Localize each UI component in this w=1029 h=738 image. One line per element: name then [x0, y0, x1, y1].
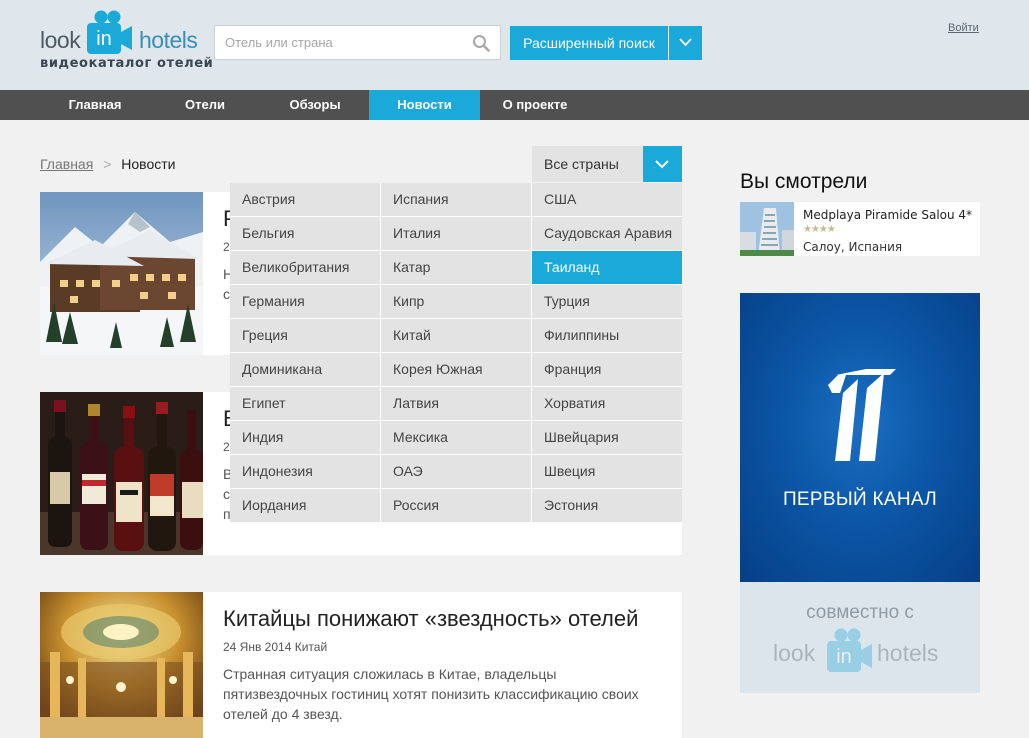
- nav-item-reviews[interactable]: Обзоры: [260, 90, 370, 120]
- news-image-chalet[interactable]: [40, 192, 203, 355]
- login-link[interactable]: Войти: [948, 22, 979, 34]
- advertisement-banner[interactable]: ПЕРВЫЙ КАНАЛ совместно с look in hotels: [740, 293, 980, 693]
- country-option[interactable]: Корея Южная: [381, 353, 531, 386]
- site-header: look in hotels видеокаталог отелей Расши…: [0, 0, 1029, 90]
- country-option[interactable]: Китай: [381, 319, 531, 352]
- recently-viewed-hotel-name[interactable]: Medplaya Piramide Salou 4*: [803, 208, 972, 222]
- country-option[interactable]: Таиланд: [532, 251, 682, 284]
- country-filter-select[interactable]: Все страны: [532, 146, 682, 182]
- logo-word-in: in: [96, 28, 112, 50]
- hotel-rating-stars: ★★★★: [803, 224, 836, 235]
- country-option[interactable]: Италия: [381, 217, 531, 250]
- country-option[interactable]: Египет: [230, 387, 380, 420]
- news-meta: 2: [223, 440, 230, 454]
- news-title[interactable]: Китайцы понижают «звездность» отелей: [223, 606, 638, 632]
- nav-item-hotels[interactable]: Отели: [160, 90, 250, 120]
- country-option[interactable]: Греция: [230, 319, 380, 352]
- ad-channel-name: ПЕРВЫЙ КАНАЛ: [782, 489, 938, 510]
- country-option[interactable]: Бельгия: [230, 217, 380, 250]
- country-option[interactable]: Филиппины: [532, 319, 682, 352]
- country-option[interactable]: Швейцария: [532, 421, 682, 454]
- recently-viewed-hotel-location: Салоу, Испания: [803, 240, 903, 254]
- recently-viewed-item[interactable]: Medplaya Piramide Salou 4* ★★★★ Салоу, И…: [740, 202, 980, 256]
- hotel-thumbnail: [740, 202, 794, 256]
- news-meta: 24 Янв 2014 Китай: [223, 640, 328, 654]
- breadcrumb-home-link[interactable]: Главная: [40, 156, 93, 172]
- search-input[interactable]: [215, 26, 465, 59]
- breadcrumb-separator: >: [103, 156, 112, 172]
- country-option[interactable]: Франция: [532, 353, 682, 386]
- country-option[interactable]: Хорватия: [532, 387, 682, 420]
- country-dropdown: Австрия Испания США Бельгия Италия Саудовская…: [230, 183, 682, 522]
- country-option[interactable]: Кипр: [381, 285, 531, 318]
- country-option[interactable]: Швеция: [532, 455, 682, 488]
- country-option[interactable]: Саудовская Аравия: [532, 217, 682, 250]
- news-meta: 2: [223, 240, 230, 254]
- ad-logo-word-in: in: [836, 646, 852, 668]
- country-option[interactable]: Индонезия: [230, 455, 380, 488]
- advanced-search-dropdown-button[interactable]: [669, 26, 702, 60]
- nav-item-home[interactable]: Главная: [40, 90, 150, 120]
- news-excerpt: Странная ситуация сложилась в Китае, вла…: [223, 664, 663, 724]
- nav-item-news[interactable]: Новости: [369, 90, 480, 120]
- video-camera-icon: in: [87, 10, 132, 54]
- country-option[interactable]: Индия: [230, 421, 380, 454]
- country-option[interactable]: Германия: [230, 285, 380, 318]
- main-nav: Главная Отели Обзоры Новости О проекте: [0, 90, 1029, 120]
- news-excerpt-line: Странная ситуация сложилась в Китае, вла…: [223, 666, 557, 682]
- news-image-bottles[interactable]: [40, 392, 203, 555]
- ad-logo-word-hotels: hotels: [877, 640, 939, 666]
- search-icon[interactable]: [472, 34, 490, 52]
- country-option[interactable]: Латвия: [381, 387, 531, 420]
- country-option[interactable]: США: [532, 183, 682, 216]
- logo-subtitle: видеокаталог отелей: [40, 56, 214, 71]
- ad-with-text: совместно с: [806, 602, 914, 623]
- country-option[interactable]: Турция: [532, 285, 682, 318]
- country-option[interactable]: Эстония: [532, 489, 682, 522]
- chevron-down-icon: [679, 38, 692, 47]
- country-option[interactable]: Австрия: [230, 183, 380, 216]
- site-logo[interactable]: look in hotels видеокаталог отелей: [40, 10, 213, 72]
- country-option[interactable]: Испания: [381, 183, 531, 216]
- news-card: Китайцы понижают «звездность» отелей 24 …: [40, 592, 682, 738]
- country-option[interactable]: Россия: [381, 489, 531, 522]
- news-excerpt-line: пятизвездочных гостиниц хотят понизить к…: [223, 686, 639, 702]
- news-image-hotel-lobby[interactable]: [40, 592, 203, 738]
- country-filter-toggle[interactable]: [643, 146, 682, 182]
- recently-viewed-title: Вы смотрели: [740, 170, 868, 193]
- country-option[interactable]: ОАЭ: [381, 455, 531, 488]
- breadcrumb: Главная > Новости: [40, 156, 175, 172]
- nav-item-about[interactable]: О проекте: [480, 90, 590, 120]
- country-option[interactable]: Мексика: [381, 421, 531, 454]
- channel-one-logo-icon: [828, 369, 896, 461]
- country-option[interactable]: Великобритания: [230, 251, 380, 284]
- breadcrumb-current: Новости: [121, 156, 176, 172]
- video-camera-icon: in: [827, 628, 872, 672]
- country-option[interactable]: Катар: [381, 251, 531, 284]
- logo-word-look: look: [40, 27, 81, 53]
- news-excerpt-line: отелей до 4 звезд.: [223, 706, 343, 722]
- advanced-search-button[interactable]: Расширенный поиск: [510, 26, 668, 60]
- ad-partner-logo: look in hotels: [773, 628, 953, 672]
- ad-channel-block: ПЕРВЫЙ КАНАЛ: [740, 293, 980, 582]
- search-box: [214, 25, 501, 60]
- chevron-down-icon: [655, 160, 669, 169]
- country-filter-label: Все страны: [544, 156, 619, 172]
- ad-logo-word-look: look: [773, 640, 816, 666]
- country-option[interactable]: Доминикана: [230, 353, 380, 386]
- ad-partner-block: совместно с look in hotels: [740, 582, 980, 693]
- country-option[interactable]: Иордания: [230, 489, 380, 522]
- logo-word-hotels: hotels: [139, 27, 198, 53]
